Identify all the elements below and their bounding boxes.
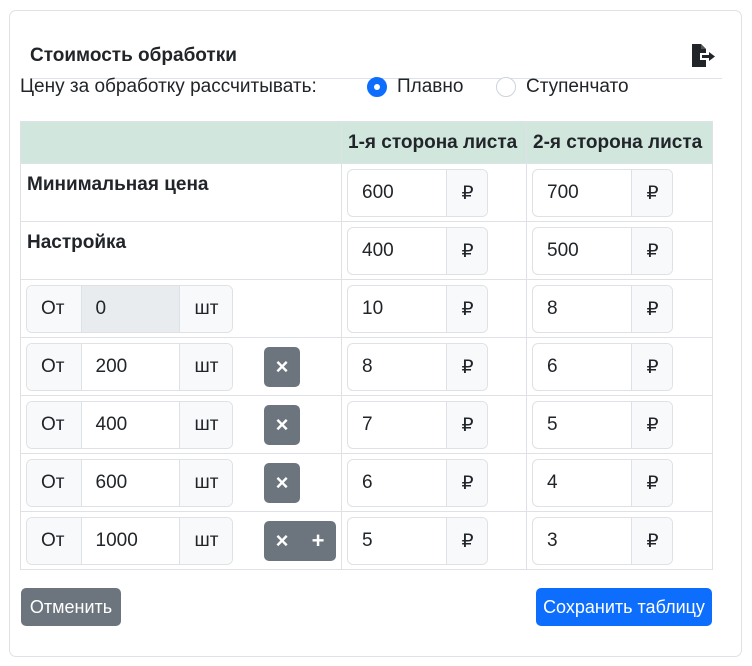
table-row: От 1000 шт × + 5 ₽ 3 ₽ xyxy=(20,511,713,570)
tier-side1-group: 5 ₽ xyxy=(347,517,488,565)
setup-side2-group: 500 ₽ xyxy=(532,227,673,275)
remove-tier-button[interactable]: × xyxy=(264,405,300,445)
tier-side1-group: 8 ₽ xyxy=(347,343,488,391)
close-icon[interactable]: × xyxy=(264,521,300,561)
tier-side2-input[interactable]: 6 xyxy=(533,344,631,390)
table-row-min-price: Минимальная цена 600 ₽ 700 ₽ xyxy=(20,163,713,222)
tier-side2-input[interactable]: 4 xyxy=(533,460,631,506)
tier-side1-group: 10 ₽ xyxy=(347,285,488,333)
tier-side1-group: 6 ₽ xyxy=(347,459,488,507)
radio-smooth-control[interactable] xyxy=(367,77,387,97)
tier-side2-input[interactable]: 3 xyxy=(533,518,631,564)
tier-from-input[interactable]: 1000 xyxy=(80,518,180,564)
tier-from-group: От 0 шт xyxy=(26,285,233,333)
radio-stepped[interactable]: Ступенчато xyxy=(496,73,629,101)
currency-label: ₽ xyxy=(446,170,487,216)
tier-from-group: От 200 шт xyxy=(26,343,233,391)
radio-smooth-label: Плавно xyxy=(397,76,464,97)
save-table-button[interactable]: Сохранить таблицу xyxy=(536,588,712,626)
min-price-side1-input[interactable]: 600 xyxy=(348,170,446,216)
from-label: От xyxy=(27,402,81,448)
setup-side1-input[interactable]: 400 xyxy=(348,228,446,274)
currency-label: ₽ xyxy=(446,402,487,448)
setup-side1-group: 400 ₽ xyxy=(347,227,488,275)
currency-label: ₽ xyxy=(631,344,672,390)
tier-from-group: От 1000 шт xyxy=(26,517,233,565)
from-label: От xyxy=(27,286,81,332)
unit-label: шт xyxy=(179,518,232,564)
remove-tier-button[interactable]: × xyxy=(264,347,300,387)
table-row: От 400 шт × 7 ₽ 5 ₽ xyxy=(20,395,713,454)
table-row: От 600 шт × 6 ₽ 4 ₽ xyxy=(20,453,713,512)
pricing-mode-label: Цену за обработку рассчитывать: xyxy=(20,76,317,97)
tier-side2-group: 5 ₽ xyxy=(532,401,673,449)
header-side2: 2-я сторона листа xyxy=(526,121,713,164)
from-label: От xyxy=(27,518,81,564)
file-export-icon[interactable] xyxy=(690,43,716,69)
currency-label: ₽ xyxy=(446,344,487,390)
min-price-label: Минимальная цена xyxy=(27,174,209,195)
plus-icon[interactable]: + xyxy=(300,521,336,561)
unit-label: шт xyxy=(179,344,232,390)
tier-side1-input[interactable]: 8 xyxy=(348,344,446,390)
table-row-setup: Настройка 400 ₽ 500 ₽ xyxy=(20,221,713,280)
tier-from-input: 0 xyxy=(80,286,180,332)
card-title: Стоимость обработки xyxy=(30,45,237,66)
tier-side2-group: 8 ₽ xyxy=(532,285,673,333)
tier-side1-input[interactable]: 7 xyxy=(348,402,446,448)
setup-label: Настройка xyxy=(27,232,127,253)
from-label: От xyxy=(27,344,81,390)
tier-action-group: × + xyxy=(264,521,336,561)
close-icon: × xyxy=(275,412,289,437)
currency-label: ₽ xyxy=(446,518,487,564)
tier-from-input[interactable]: 600 xyxy=(80,460,180,506)
radio-stepped-control[interactable] xyxy=(496,77,516,97)
tier-from-input[interactable]: 400 xyxy=(80,402,180,448)
tier-side1-input[interactable]: 5 xyxy=(348,518,446,564)
unit-label: шт xyxy=(179,286,232,332)
tier-side2-input[interactable]: 5 xyxy=(533,402,631,448)
from-label: От xyxy=(27,460,81,506)
tier-side2-group: 6 ₽ xyxy=(532,343,673,391)
table-header-row: 1-я сторона листа 2-я сторона листа xyxy=(20,121,713,164)
close-icon: × xyxy=(275,354,289,379)
tier-from-input[interactable]: 200 xyxy=(80,344,180,390)
header-label-column xyxy=(20,121,342,164)
min-price-side2-group: 700 ₽ xyxy=(532,169,673,217)
pricing-table: 1-я сторона листа 2-я сторона листа Мини… xyxy=(20,121,713,570)
pricing-mode-row: Цену за обработку рассчитывать: Плавно С… xyxy=(20,73,712,101)
currency-label: ₽ xyxy=(446,286,487,332)
min-price-side2-input[interactable]: 700 xyxy=(533,170,631,216)
tier-side1-input[interactable]: 6 xyxy=(348,460,446,506)
currency-label: ₽ xyxy=(631,460,672,506)
currency-label: ₽ xyxy=(446,460,487,506)
tier-side1-group: 7 ₽ xyxy=(347,401,488,449)
remove-tier-button[interactable]: × xyxy=(264,463,300,503)
tier-side2-group: 4 ₽ xyxy=(532,459,673,507)
currency-label: ₽ xyxy=(631,402,672,448)
tier-side2-input[interactable]: 8 xyxy=(533,286,631,332)
tier-from-group: От 400 шт xyxy=(26,401,233,449)
tier-from-group: От 600 шт xyxy=(26,459,233,507)
currency-label: ₽ xyxy=(631,228,672,274)
unit-label: шт xyxy=(179,460,232,506)
min-price-side1-group: 600 ₽ xyxy=(347,169,488,217)
currency-label: ₽ xyxy=(631,170,672,216)
currency-label: ₽ xyxy=(631,518,672,564)
cancel-button[interactable]: Отменить xyxy=(21,588,121,626)
unit-label: шт xyxy=(179,402,232,448)
currency-label: ₽ xyxy=(446,228,487,274)
table-row: От 0 шт 10 ₽ 8 ₽ xyxy=(20,279,713,338)
radio-stepped-label: Ступенчато xyxy=(526,76,629,97)
close-icon: × xyxy=(275,470,289,495)
setup-side2-input[interactable]: 500 xyxy=(533,228,631,274)
tier-side2-group: 3 ₽ xyxy=(532,517,673,565)
table-row: От 200 шт × 8 ₽ 6 ₽ xyxy=(20,337,713,396)
currency-label: ₽ xyxy=(631,286,672,332)
tier-side1-input[interactable]: 10 xyxy=(348,286,446,332)
header-side1: 1-я сторона листа xyxy=(341,121,527,164)
radio-smooth[interactable]: Плавно xyxy=(367,73,463,101)
